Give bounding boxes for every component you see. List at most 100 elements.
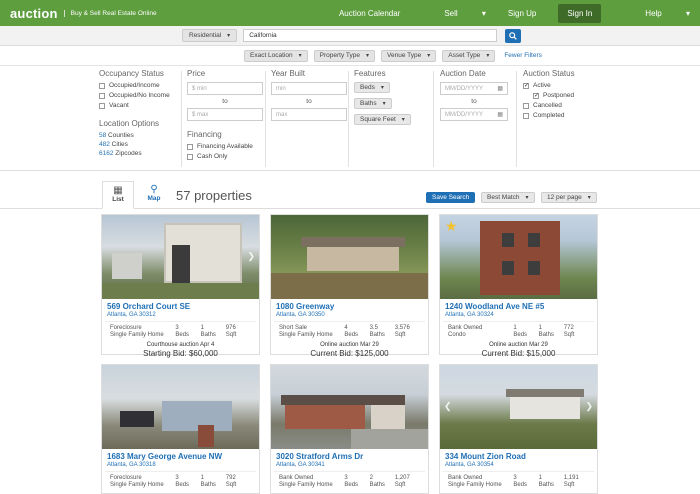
date-from-input[interactable]: MM/DD/YYYY ▦ bbox=[440, 82, 508, 95]
property-card[interactable]: ❮ ❯ 334 Mount Zion Road Atlanta, GA 3035… bbox=[439, 364, 598, 494]
property-card[interactable]: 3020 Stratford Arms Dr Atlanta, GA 30341… bbox=[270, 364, 429, 494]
zipcodes-link[interactable]: 6162 Zipcodes bbox=[99, 150, 170, 157]
auction-info: Courthouse auction Apr 4 bbox=[146, 342, 215, 348]
square-feet-select[interactable]: Square Feet ▾ bbox=[354, 114, 411, 125]
property-photo[interactable] bbox=[271, 365, 428, 449]
property-address[interactable]: 3020 Stratford Arms Dr bbox=[276, 452, 423, 461]
property-city: Atlanta, GA 30318 bbox=[107, 462, 156, 468]
property-details: Short Sale Single Family Home 4 Beds 3.5 Ba… bbox=[274, 321, 425, 339]
property-photo[interactable] bbox=[271, 215, 428, 299]
search-button[interactable] bbox=[505, 28, 522, 43]
bid-amount: Current Bid: $15,000 bbox=[481, 349, 556, 358]
features-title: Features bbox=[354, 69, 386, 78]
completed-checkbox[interactable]: Completed bbox=[523, 112, 575, 119]
property-address[interactable]: 1240 Woodland Ave NE #5 bbox=[445, 302, 592, 311]
property-card[interactable]: ★ 1240 Woodland Ave NE #5 Atlanta, GA 30… bbox=[439, 214, 598, 358]
save-search-button[interactable]: Save Search bbox=[426, 192, 476, 203]
auction-status-title: Auction Status bbox=[523, 69, 575, 78]
baths-select[interactable]: Baths ▾ bbox=[354, 98, 392, 109]
property-address[interactable]: 1080 Greenway bbox=[276, 302, 423, 311]
property-card[interactable]: ❯ 569 Orchard Court SE Atlanta, GA 30312… bbox=[101, 214, 260, 358]
location-input[interactable]: California bbox=[243, 29, 498, 42]
bid-amount: Starting Bid: $60,000 bbox=[143, 349, 218, 358]
chevron-left-icon[interactable]: ❮ bbox=[444, 401, 452, 412]
logo[interactable]: auction bbox=[10, 6, 58, 21]
cash-only-checkbox[interactable]: Cash Only bbox=[187, 153, 263, 160]
calendar-icon: ▦ bbox=[497, 112, 503, 118]
auction-date-column: Auction Date MM/DD/YYYY ▦ to MM/DD/YYYY ▦ bbox=[440, 69, 508, 121]
property-city: Atlanta, GA 30354 bbox=[445, 462, 494, 468]
financing-available-checkbox[interactable]: Financing Available bbox=[187, 143, 263, 150]
asset-type-filter[interactable]: Asset Type ▾ bbox=[442, 49, 496, 62]
fewer-filters-link[interactable]: Fewer Filters bbox=[504, 52, 542, 59]
nav-sign-up[interactable]: Sign Up bbox=[508, 9, 536, 18]
filter-row: Exact Location ▾ Property Type ▾ Venue Typ… bbox=[0, 46, 700, 66]
vacant-checkbox[interactable]: Vacant bbox=[99, 102, 170, 109]
cities-link[interactable]: 482 Cities bbox=[99, 141, 170, 148]
chevron-down-icon: ▾ bbox=[380, 85, 384, 91]
chevron-down-icon: ▾ bbox=[481, 8, 486, 18]
per-page-select[interactable]: 12 per page ▾ bbox=[541, 192, 597, 203]
chevron-down-icon: ▾ bbox=[427, 53, 431, 59]
venue-type-filter[interactable]: Venue Type ▾ bbox=[381, 49, 437, 62]
sort-select[interactable]: Best Match ▾ bbox=[481, 192, 535, 203]
property-photo[interactable]: ❮ ❯ bbox=[440, 365, 597, 449]
occupied-no-income-checkbox[interactable]: Occupied/No Income bbox=[99, 92, 170, 99]
chevron-right-icon[interactable]: ❯ bbox=[585, 401, 593, 412]
price-title: Price bbox=[187, 69, 206, 78]
chevron-down-icon: ▾ bbox=[587, 195, 591, 201]
nav-sell[interactable]: Sell ▾ bbox=[422, 9, 486, 18]
auction-info: Online auction Mar 29 bbox=[489, 342, 548, 348]
map-view-tab[interactable]: ⚲ Map bbox=[138, 181, 170, 209]
postponed-checkbox[interactable]: ✓ Postponed bbox=[533, 92, 575, 99]
price-min-input[interactable]: $ min bbox=[187, 82, 263, 95]
exact-location-filter[interactable]: Exact Location ▾ bbox=[244, 49, 308, 62]
property-photo[interactable] bbox=[102, 365, 259, 449]
occupied-income-checkbox[interactable]: Occupied/Income bbox=[99, 82, 170, 89]
filter-panel: Occupancy Status Occupied/Income Occupie… bbox=[0, 67, 700, 171]
chevron-down-icon: ▾ bbox=[366, 53, 370, 59]
search-icon bbox=[509, 31, 517, 40]
features-column: Features Beds ▾ Baths ▾ Square Feet ▾ bbox=[354, 69, 411, 130]
property-address[interactable]: 1683 Mary George Avenue NW bbox=[107, 452, 254, 461]
calendar-icon: ▦ bbox=[497, 86, 503, 92]
top-bar: auction Buy & Sell Real Estate Online Au… bbox=[0, 0, 700, 26]
active-checkbox[interactable]: ✓ Active bbox=[523, 82, 575, 89]
nav-help[interactable]: Help ▾ bbox=[623, 9, 690, 18]
chevron-right-icon[interactable]: ❯ bbox=[247, 251, 255, 262]
search-row: Residential ▾ California bbox=[0, 26, 700, 46]
list-view-tab[interactable]: ▦ List bbox=[102, 181, 134, 209]
price-max-input[interactable]: $ max bbox=[187, 108, 263, 121]
property-city: Atlanta, GA 30312 bbox=[107, 312, 156, 318]
year-max-input[interactable]: max bbox=[271, 108, 347, 121]
property-photo[interactable]: ★ bbox=[440, 215, 597, 299]
auction-date-title: Auction Date bbox=[440, 69, 486, 78]
year-min-input[interactable]: min bbox=[271, 82, 347, 95]
property-photo[interactable]: ❯ bbox=[102, 215, 259, 299]
property-type-filter[interactable]: Property Type ▾ bbox=[313, 49, 376, 62]
beds-select[interactable]: Beds ▾ bbox=[354, 82, 390, 93]
date-until-input[interactable]: MM/DD/YYYY ▦ bbox=[440, 108, 508, 121]
chevron-down-icon: ▾ bbox=[382, 101, 386, 107]
property-class-select[interactable]: Residential ▾ bbox=[182, 29, 238, 42]
price-column: Price $ min to $ max Financing Financing… bbox=[187, 69, 263, 163]
sign-in-button[interactable]: Sign In bbox=[558, 3, 602, 23]
results-count: 57 properties bbox=[176, 188, 252, 203]
star-icon[interactable]: ★ bbox=[445, 218, 458, 235]
property-card[interactable]: 1080 Greenway Atlanta, GA 30350 Short Sa… bbox=[270, 214, 429, 358]
property-city: Atlanta, GA 30350 bbox=[276, 312, 325, 318]
year-built-column: Year Built min to max bbox=[271, 69, 347, 121]
property-city: Atlanta, GA 30341 bbox=[276, 462, 325, 468]
financing-title: Financing bbox=[187, 130, 222, 139]
cancelled-checkbox[interactable]: Cancelled bbox=[523, 102, 575, 109]
counties-link[interactable]: 58 Counties bbox=[99, 132, 170, 139]
auction-info: Online auction Mar 29 bbox=[320, 342, 379, 348]
nav-auction-calendar[interactable]: Auction Calendar bbox=[339, 9, 400, 18]
bid-amount: Current Bid: $125,000 bbox=[310, 349, 389, 358]
property-details: Foreclosure Single Family Home 3 Beds 1 Bat… bbox=[105, 321, 256, 339]
occupancy-column: Occupancy Status Occupied/Income Occupie… bbox=[99, 69, 170, 159]
chevron-down-icon: ▾ bbox=[685, 8, 690, 18]
property-address[interactable]: 334 Mount Zion Road bbox=[445, 452, 592, 461]
property-card[interactable]: 1683 Mary George Avenue NW Atlanta, GA 3… bbox=[101, 364, 260, 494]
property-address[interactable]: 569 Orchard Court SE bbox=[107, 302, 254, 311]
